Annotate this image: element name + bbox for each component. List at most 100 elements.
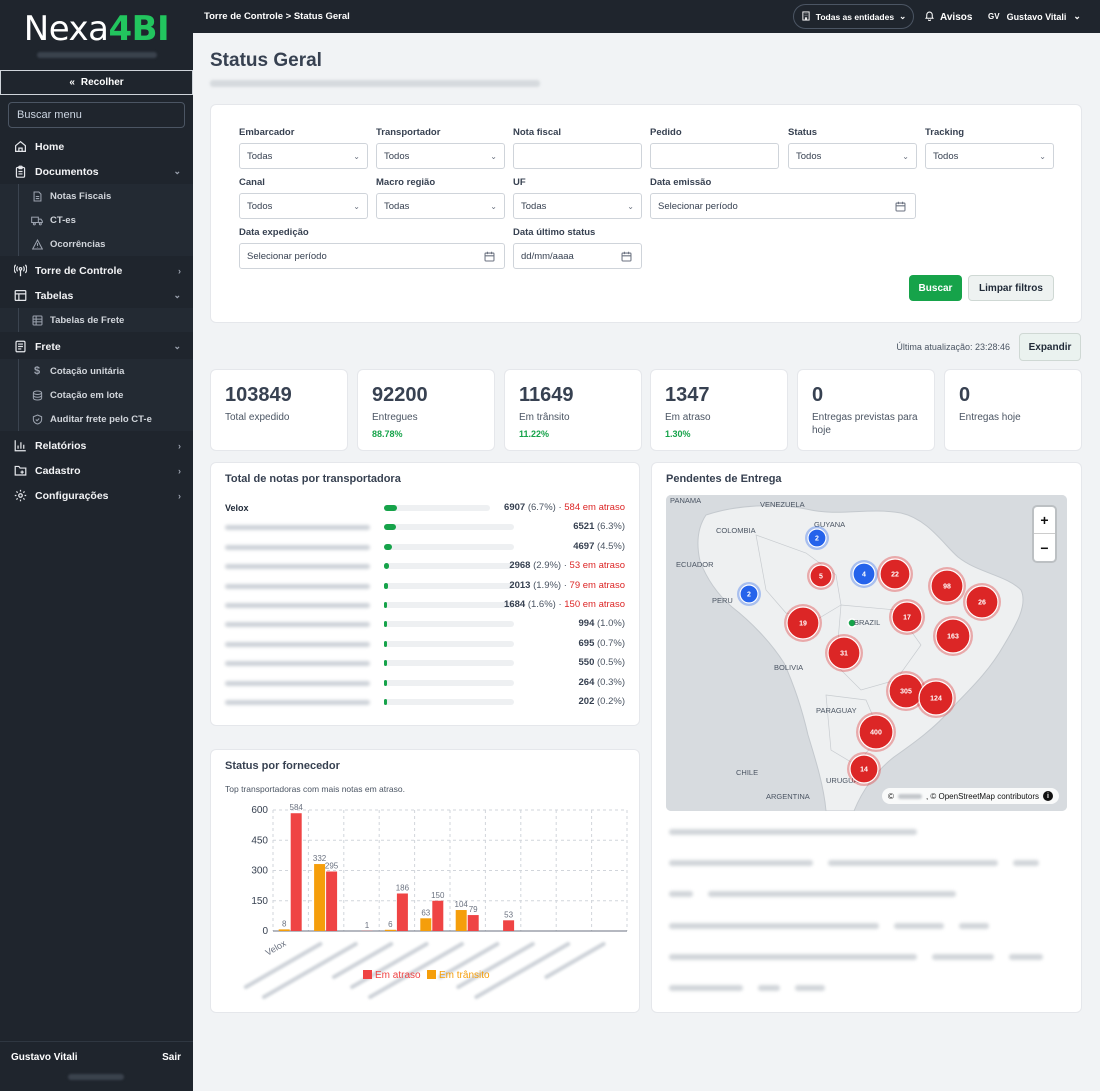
bar (432, 900, 444, 931)
carrier-bar-track (384, 640, 514, 647)
warning-icon (31, 238, 43, 250)
zoom-in-button[interactable]: + (1034, 507, 1055, 534)
carrier-tag[interactable] (959, 923, 989, 929)
filter-label: Data expedição (239, 227, 309, 238)
kpi-percent: 88.78% (372, 429, 403, 439)
uf-select[interactable]: Todas ⌄ (513, 193, 642, 219)
carrier-tag[interactable] (669, 891, 693, 897)
documentos-submenu: Notas Fiscais CT-es Ocorrências (0, 184, 193, 256)
carrier-tag[interactable] (669, 860, 813, 866)
cluster-count: 5 (819, 574, 823, 581)
sidebar-item-auditar-frete[interactable]: Auditar frete pelo CT-e (18, 407, 193, 431)
nota-fiscal-input[interactable] (513, 143, 642, 169)
bar (314, 864, 326, 931)
carrier-name (225, 700, 370, 705)
carrier-stats: 695 (0.7%) (579, 638, 625, 649)
chevron-down-icon: ⌄ (902, 152, 909, 161)
map-title: Pendentes de Entrega (666, 473, 782, 485)
kpi-card-em-transito: 11649 Em trânsito 11.22% (504, 369, 642, 451)
carrier-tag[interactable] (932, 954, 994, 960)
sidebar-item-tabelas-de-frete[interactable]: Tabelas de Frete (18, 308, 193, 332)
notifications-button[interactable]: Avisos (924, 10, 972, 24)
carrier-tag[interactable] (758, 985, 780, 991)
data-label: 6 (388, 920, 393, 929)
carrier-tag[interactable] (708, 891, 956, 897)
sidebar-item-cotacao-unitaria[interactable]: $ Cotação unitária (18, 359, 193, 383)
bar (278, 929, 290, 931)
sidebar-item-label: Notas Fiscais (50, 190, 112, 202)
carrier-tag[interactable] (669, 954, 917, 960)
expand-button[interactable]: Expandir (1019, 333, 1081, 361)
zoom-out-button[interactable]: − (1034, 534, 1055, 561)
sidebar-item-label: Configurações (35, 489, 109, 502)
carrier-stats: 2013 (1.9%) · 79 em atraso (509, 580, 625, 591)
sidebar-item-frete[interactable]: Frete ⌄ (0, 334, 193, 359)
sidebar-item-cadastro[interactable]: Cadastro › (0, 458, 193, 483)
tracking-select[interactable]: Todos ⌄ (925, 143, 1054, 169)
chevron-down-icon: ⌄ (353, 152, 360, 161)
pedido-input[interactable] (650, 143, 779, 169)
filter-label: Data último status (513, 227, 596, 238)
map-canvas[interactable]: PANAMA VENEZUELAGUYANACOLOMBIAECUADORPERU… (666, 495, 1067, 811)
sidebar-item-ocorrencias[interactable]: Ocorrências (18, 232, 193, 256)
country-label: BRAZIL (854, 618, 880, 627)
data-emissao-picker[interactable]: Selecionar período (650, 193, 916, 219)
supplier-status-chart: 01503004506008584Velox3322951 61866315010… (243, 803, 628, 999)
uf-value: Todas (521, 200, 547, 212)
legend-swatch (363, 970, 372, 979)
kpi-card-total-expedido: 103849 Total expedido (210, 369, 348, 451)
carrier-tag[interactable] (1009, 954, 1043, 960)
kpi-value: 103849 (225, 384, 292, 406)
transportador-select[interactable]: Todos ⌄ (376, 143, 505, 169)
carrier-tag[interactable] (1013, 860, 1039, 866)
sidebar-item-relatorios[interactable]: Relatórios › (0, 433, 193, 458)
bar (455, 910, 467, 931)
grid-icon (31, 314, 43, 326)
status-select[interactable]: Todos ⌄ (788, 143, 917, 169)
entity-selector[interactable]: Todas as entidades ⌄ (793, 4, 914, 29)
cluster-count: 98 (943, 584, 951, 591)
sidebar-item-ct-es[interactable]: CT-es (18, 208, 193, 232)
carrier-tag[interactable] (669, 923, 879, 929)
carrier-tag[interactable] (795, 985, 825, 991)
menu-search-input[interactable]: Buscar menu (8, 102, 185, 128)
logout-button[interactable]: Sair (162, 1052, 181, 1063)
carrier-count: 2968 (509, 560, 531, 572)
search-button[interactable]: Buscar (909, 275, 962, 301)
embarcador-select[interactable]: Todas ⌄ (239, 143, 368, 169)
sidebar-item-documentos[interactable]: Documentos ⌄ (0, 159, 193, 184)
carrier-percent: (0.3%) (594, 676, 625, 688)
carrier-tag[interactable] (669, 829, 917, 835)
chevron-down-icon: ⌄ (173, 290, 181, 300)
frete-submenu: $ Cotação unitária Cotação em lote Audit… (0, 359, 193, 431)
carrier-tag[interactable] (828, 860, 998, 866)
carrier-row: 695 (0.7%) (225, 635, 625, 654)
sidebar-item-cotacao-em-lote[interactable]: Cotação em lote (18, 383, 193, 407)
carrier-count: 550 (578, 657, 595, 669)
canal-select[interactable]: Todos ⌄ (239, 193, 368, 219)
bar (420, 918, 432, 931)
sidebar-item-configuracoes[interactable]: Configurações › (0, 483, 193, 508)
carrier-percent: (1.9%) (530, 579, 562, 591)
carrier-tag[interactable] (669, 985, 743, 991)
sidebar-item-torre-de-controle[interactable]: Torre de Controle › (0, 258, 193, 283)
bar (384, 929, 396, 931)
sidebar-item-tabelas[interactable]: Tabelas ⌄ (0, 283, 193, 308)
carrier-late-count: 150 em atraso (564, 599, 625, 610)
data-expedicao-picker[interactable]: Selecionar período (239, 243, 505, 269)
sidebar-item-label: CT-es (50, 214, 76, 226)
sidebar-item-home[interactable]: Home (0, 134, 193, 159)
kpi-card-em-atraso: 1347 Em atraso 1.30% (650, 369, 788, 451)
carrier-row: 1684 (1.6%) · 150 em atraso (225, 596, 625, 615)
carrier-tag[interactable] (894, 923, 944, 929)
sidebar-item-notas-fiscais[interactable]: Notas Fiscais (18, 184, 193, 208)
collapse-sidebar-button[interactable]: « Recolher (0, 70, 193, 95)
macro-regiao-select[interactable]: Todas ⌄ (376, 193, 505, 219)
data-ultimo-status-picker[interactable]: dd/mm/aaaa (513, 243, 642, 269)
info-icon[interactable]: i (1043, 791, 1053, 801)
clear-filters-button[interactable]: Limpar filtros (968, 275, 1054, 301)
user-menu[interactable]: GV Gustavo Vitali ⌄ (988, 11, 1081, 22)
bar (396, 893, 408, 931)
cluster-count: 400 (870, 730, 882, 737)
pending-deliveries-map[interactable]: PANAMA VENEZUELA GUYANA COLOMBIA ECUADOR PERU… (666, 495, 1067, 811)
